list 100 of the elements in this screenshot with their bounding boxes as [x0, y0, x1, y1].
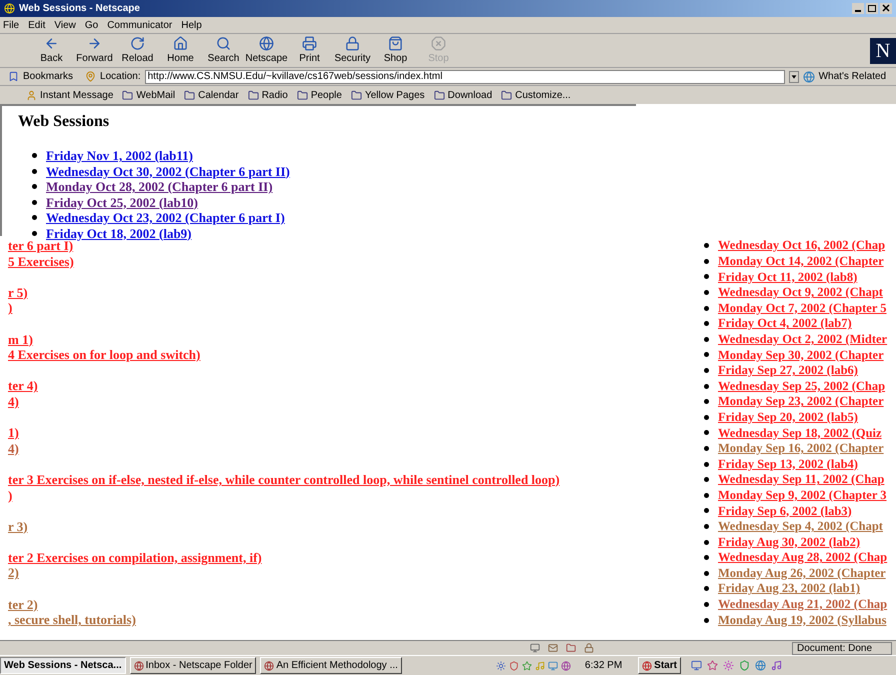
taskbar-button[interactable]: Web Sessions - Netsca... [0, 657, 126, 674]
pin-icon [85, 71, 96, 82]
menu-item[interactable]: Communicator [107, 18, 172, 32]
bullet-icon [704, 321, 709, 326]
session-link[interactable]: Friday Oct 25, 2002 (lab10) [46, 192, 198, 212]
folder-icon [501, 90, 512, 100]
url-field[interactable]: http://www.CS.NMSU.Edu/~kvillave/cs167web/sessions/index.html [144, 70, 785, 84]
bullet-icon [704, 462, 709, 467]
bullet-icon [704, 399, 709, 404]
close-icon[interactable] [880, 3, 892, 14]
session-link[interactable]: 4) [8, 440, 19, 456]
bullet-icon [704, 414, 709, 420]
session-link[interactable]: 4) [8, 394, 19, 410]
start-button[interactable]: Start [638, 657, 681, 674]
tray-icon [560, 660, 571, 670]
bullet-icon [32, 200, 37, 205]
bullet-icon [704, 368, 709, 374]
personal-toolbar-item[interactable]: WebMail [122, 88, 176, 102]
globe-icon [134, 660, 144, 670]
menu-item[interactable]: Edit [28, 18, 46, 32]
tray-icon [522, 660, 532, 670]
quick-launch-icon[interactable] [770, 660, 782, 671]
folder-icon [296, 90, 308, 100]
toolbar-button[interactable]: Search [202, 36, 245, 66]
quick-launch-icon[interactable] [738, 660, 750, 671]
toolbar-button[interactable]: Back [30, 36, 73, 66]
bookmarks-button[interactable]: Bookmarks [23, 69, 74, 84]
toolbar-button[interactable]: Security [331, 36, 374, 66]
printer-icon [302, 36, 317, 50]
menu-item[interactable]: File [3, 18, 20, 32]
session-link[interactable]: ter 2 Exercises on compilation, assignment, if) [8, 550, 262, 566]
toolbar-button[interactable]: Shop [374, 36, 417, 66]
quick-launch-icon[interactable] [722, 660, 734, 671]
folder-icon [566, 643, 576, 653]
netscape-logo: N [870, 38, 896, 64]
toolbar-button[interactable]: Print [288, 36, 331, 66]
tray-icon [508, 660, 519, 670]
maximize-icon[interactable] [866, 3, 878, 14]
padlock-icon [584, 643, 594, 653]
toolbar-button[interactable]: Netscape [245, 36, 288, 66]
session-link[interactable]: m 1) [8, 332, 33, 348]
menu-item[interactable]: Help [181, 18, 202, 32]
taskbar-button[interactable]: An Efficient Methodology ... [260, 657, 402, 674]
padlock-icon [345, 36, 360, 50]
quick-launch-icon[interactable] [690, 660, 702, 671]
session-link[interactable]: r 3) [8, 518, 28, 534]
bullet-icon [32, 168, 37, 174]
bullet-icon [704, 602, 709, 607]
session-link[interactable]: ter 3 Exercises on if-else, nested if-else, while counter controlled loop, while sentinel controlled loop) [8, 472, 560, 488]
bullet-icon [704, 524, 709, 529]
quick-launch-icon[interactable] [754, 660, 766, 671]
session-link[interactable]: ter 4) [8, 378, 38, 394]
session-link[interactable]: ) [8, 300, 12, 316]
bullet-icon [704, 586, 709, 592]
menu-item[interactable]: View [54, 18, 76, 32]
bullet-icon [704, 508, 709, 514]
folder-icon [248, 90, 259, 100]
folder-icon [122, 90, 134, 100]
session-link[interactable]: 5 Exercises) [8, 254, 74, 270]
bullet-icon [704, 555, 709, 560]
toolbar-button[interactable]: Home [159, 36, 202, 66]
personal-toolbar-item[interactable]: Customize... [501, 88, 571, 102]
quick-launch-icon[interactable] [706, 660, 718, 671]
bullet-icon [704, 336, 709, 342]
toolbar-button[interactable]: Reload [116, 36, 159, 66]
dropdown-icon[interactable] [788, 70, 799, 82]
session-link[interactable]: 2) [8, 565, 19, 582]
location-label: Location: [100, 70, 141, 84]
bullet-icon [704, 306, 709, 311]
personal-toolbar-item[interactable]: Yellow Pages [350, 88, 425, 102]
session-link[interactable]: 4 Exercises on for loop and switch) [8, 347, 200, 363]
session-link[interactable]: r 5) [8, 284, 28, 300]
personal-toolbar-item[interactable]: Calendar [184, 88, 239, 102]
tray-icon [534, 660, 545, 670]
session-link[interactable]: ter 2) [8, 596, 38, 612]
bullet-icon [704, 352, 709, 358]
personal-toolbar-item[interactable]: Download [434, 88, 492, 102]
personal-toolbar-item[interactable]: Radio [248, 88, 288, 102]
session-link[interactable]: ) [8, 488, 12, 504]
session-link[interactable]: 1) [8, 425, 19, 441]
folder-icon [184, 90, 196, 100]
bag-icon [388, 36, 403, 50]
menu-item[interactable]: Go [84, 18, 98, 32]
bullet-icon [704, 274, 709, 280]
personal-toolbar-item[interactable]: Instant Message [26, 88, 114, 102]
bullet-icon [704, 430, 709, 436]
bullet-icon [704, 243, 709, 248]
page-heading: Web Sessions [18, 112, 110, 132]
tray-icon [548, 660, 558, 670]
bullet-icon [704, 477, 709, 482]
person-icon [26, 90, 37, 100]
taskbar-button[interactable]: Inbox - Netscape Folder [130, 657, 256, 674]
personal-toolbar-item[interactable]: People [296, 88, 342, 102]
whats-related-button[interactable]: What's Related [818, 69, 886, 84]
globe-icon [264, 660, 274, 670]
toolbar-button[interactable]: Forward [73, 36, 116, 66]
tray-icon [496, 660, 506, 670]
bullet-icon [32, 184, 37, 190]
minimize-icon[interactable] [852, 3, 864, 14]
session-link[interactable]: , secure shell, tutorials) [8, 612, 136, 628]
